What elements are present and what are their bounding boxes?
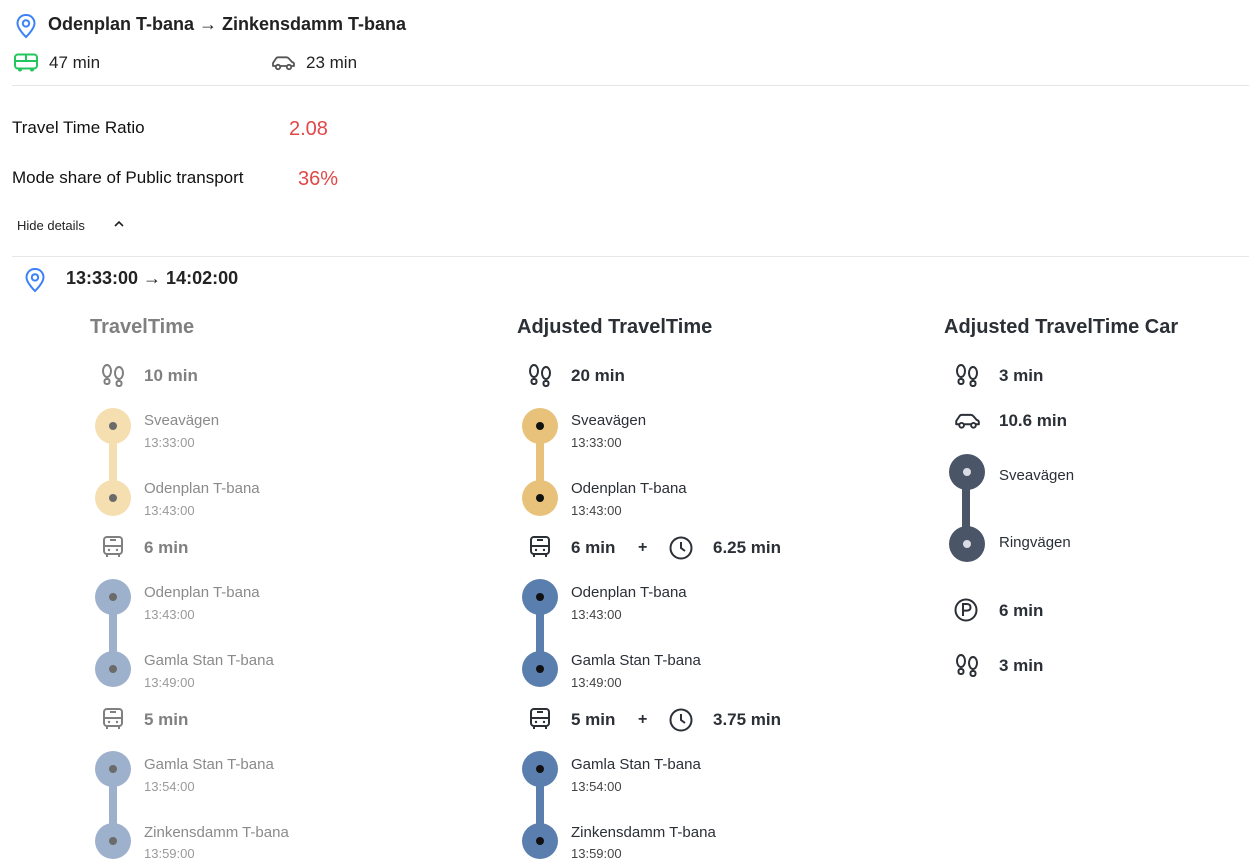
stop-time: 13:54:00 [571, 779, 622, 794]
public-transport-duration: 47 min [49, 53, 101, 72]
stop-node [95, 579, 131, 615]
bus-icon [103, 536, 123, 557]
stop-name: Zinkensdamm T-bana [144, 824, 289, 841]
stop-time: 13:43:00 [144, 607, 195, 622]
stop-node [95, 651, 131, 687]
parking-icon [954, 598, 978, 622]
stop-name: Odenplan T-bana [144, 480, 260, 497]
parking-duration: 6 min [999, 601, 1044, 620]
column-title: TravelTime [90, 316, 195, 338]
stop-node [522, 651, 558, 687]
mode-share-value: 36% [298, 168, 339, 190]
footsteps-icon [102, 364, 124, 387]
route-title: Odenplan T-bana → Zinkensdamm T-bana [48, 14, 407, 34]
column-title: Adjusted TravelTime [517, 316, 713, 338]
stop-name: Sveavägen [571, 412, 647, 429]
stop-name: Sveavägen [144, 412, 220, 429]
clock-icon [669, 708, 693, 732]
location-pin-icon [25, 267, 45, 293]
column-title: Adjusted TravelTime Car [944, 316, 1179, 338]
stop-name: Odenplan T-bana [571, 480, 687, 497]
divider [12, 256, 1249, 257]
stop-node [522, 480, 558, 516]
leg-duration: 5 min [571, 710, 616, 729]
plus-sign: + [638, 539, 648, 556]
footsteps-icon [956, 364, 978, 387]
stop-name: Gamla Stan T-bana [144, 756, 274, 773]
divider [12, 85, 1249, 86]
stop-time: 13:49:00 [144, 675, 195, 690]
stop-node [522, 408, 558, 444]
walk-duration: 3 min [999, 656, 1044, 675]
stop-node [949, 526, 985, 562]
stop-time: 13:33:00 [144, 435, 195, 450]
drive-duration: 10.6 min [999, 411, 1068, 430]
hide-details-toggle[interactable]: Hide details [17, 218, 124, 233]
stop-node [95, 480, 131, 516]
car-duration: 23 min [306, 53, 358, 72]
travel-time-ratio-label: Travel Time Ratio [12, 118, 145, 137]
stop-name: Gamla Stan T-bana [571, 652, 701, 669]
location-pin-icon [16, 13, 36, 39]
stop-node [522, 751, 558, 787]
stop-time: 13:43:00 [571, 607, 622, 622]
wait-duration: 3.75 min [713, 710, 782, 729]
plus-sign: + [638, 711, 648, 728]
bus-icon [530, 708, 550, 729]
bus-icon [103, 708, 123, 729]
stop-node [949, 454, 985, 490]
bus-icon [14, 53, 38, 72]
stop-name: Odenplan T-bana [571, 584, 687, 601]
stop-time: 13:43:00 [571, 503, 622, 518]
stop-name: Sveavägen [999, 467, 1075, 484]
leg-duration: 6 min [144, 538, 189, 557]
clock-icon [669, 536, 693, 560]
stop-time: 13:49:00 [571, 675, 622, 690]
stop-time: 13:33:00 [571, 435, 622, 450]
stop-name: Gamla Stan T-bana [571, 756, 701, 773]
stop-node [95, 823, 131, 859]
leg-duration: 5 min [144, 710, 189, 729]
stop-node [95, 751, 131, 787]
stop-node [95, 408, 131, 444]
walk-duration: 10 min [144, 366, 198, 385]
stop-node [522, 823, 558, 859]
wait-duration: 6.25 min [713, 538, 782, 557]
stop-time: 13:54:00 [144, 779, 195, 794]
stop-name: Zinkensdamm T-bana [571, 824, 716, 841]
mode-share-label: Mode share of Public transport [12, 168, 244, 187]
walk-duration: 3 min [999, 366, 1044, 385]
walk-duration: 20 min [571, 366, 625, 385]
time-range: 13:33:00 → 14:02:00 [66, 268, 239, 288]
leg-duration: 6 min [571, 538, 616, 557]
travel-time-ratio-value: 2.08 [289, 118, 328, 140]
car-icon [955, 413, 980, 429]
stop-name: Odenplan T-bana [144, 584, 260, 601]
stop-node [522, 579, 558, 615]
footsteps-icon [529, 364, 551, 387]
chevron-up-icon [114, 220, 124, 227]
stop-name: Gamla Stan T-bana [144, 652, 274, 669]
hide-details-label: Hide details [17, 218, 85, 233]
footsteps-icon [956, 654, 978, 677]
car-icon [272, 56, 295, 71]
stop-name: Ringvägen [999, 534, 1071, 551]
bus-icon [530, 536, 550, 557]
stop-time: 13:43:00 [144, 503, 195, 518]
